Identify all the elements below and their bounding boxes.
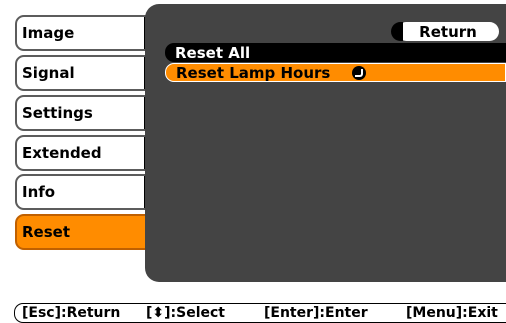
esc-hint: [Esc]:Return: [22, 305, 121, 321]
menu-item-reset-all[interactable]: Reset All: [165, 43, 506, 62]
menu-item-reset-lamp-hours[interactable]: Reset Lamp Hours: [165, 63, 506, 82]
tab-extended[interactable]: Extended: [15, 135, 155, 171]
select-hint: [⬍]:Select: [146, 305, 225, 321]
tab-image[interactable]: Image: [15, 15, 155, 51]
tab-signal[interactable]: Signal: [15, 55, 155, 91]
tab-reset[interactable]: Reset: [15, 214, 155, 250]
enter-hint: [Enter]:Enter: [264, 305, 368, 321]
tab-label: Signal: [22, 64, 75, 82]
return-label: Return: [419, 22, 477, 41]
tab-label: Extended: [22, 144, 102, 162]
menu-hint: [Menu]:Exit: [406, 305, 498, 321]
tab-label: Image: [22, 24, 75, 42]
enter-icon: [352, 65, 367, 80]
return-button[interactable]: Return: [391, 22, 499, 41]
menu-item-label: Reset All: [175, 43, 251, 62]
tab-label: Info: [22, 183, 56, 201]
tab-settings[interactable]: Settings: [15, 95, 155, 131]
tab-label: Reset: [22, 223, 70, 241]
tab-info[interactable]: Info: [15, 174, 155, 210]
menu-item-label: Reset Lamp Hours: [176, 63, 331, 82]
tab-label: Settings: [22, 104, 93, 122]
key-hint-bar: [Esc]:Return [⬍]:Select [Enter]:Enter [M…: [14, 303, 506, 323]
